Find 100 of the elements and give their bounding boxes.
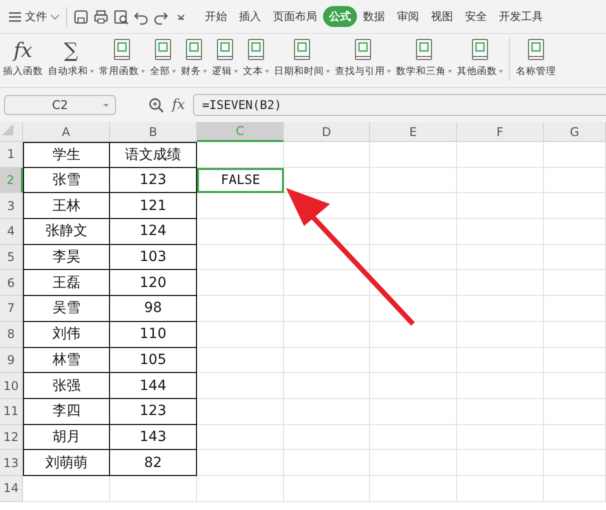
book-icon [470,38,490,62]
chevron-icon [50,14,60,20]
table-cell [544,424,606,450]
row-header[interactable]: 3 [0,193,23,220]
row-header[interactable]: 10 [0,373,23,399]
table-cell: 144 [110,373,197,399]
row-header[interactable]: 1 [0,142,23,168]
table-cell [544,168,606,194]
book-icon [246,38,266,62]
table-cell: 143 [110,424,197,450]
ribbon-tab[interactable]: 开发工具 [493,6,549,27]
table-cell: 刘萌萌 [23,450,110,476]
table-cell: 吴雪 [23,296,110,322]
active-cell: FALSE [197,168,284,194]
ribbon-tab[interactable]: 页面布局 [267,6,323,27]
table-cell: 李昊 [23,244,110,270]
row-header[interactable]: 12 [0,424,23,450]
print-icon [93,8,109,24]
table-cell: 120 [110,270,197,296]
table-cell: 李四 [23,398,110,425]
table-cell [544,348,606,374]
table-cell [544,398,606,425]
ribbon-tab[interactable]: 视图 [425,6,459,27]
table-cell [544,193,606,220]
ribbon-button[interactable]: fx 插入函数 [2,38,44,78]
preview-icon [113,8,129,24]
function-icon: ∑ [64,38,78,62]
column-header[interactable]: B [110,122,197,142]
ribbon-tab[interactable]: 审阅 [391,6,425,27]
row-header[interactable]: 13 [0,450,23,476]
table-cell [544,373,606,399]
table-cell [544,142,606,168]
zoom-icon [148,97,164,113]
table-cell: 121 [110,193,197,220]
table-cell: 王林 [23,193,110,220]
table-cell: 语文成绩 [110,142,197,168]
table-cell: 103 [110,244,197,270]
ribbon-button[interactable]: 文本 [242,38,270,78]
ribbon-button[interactable]: 名称管理 [515,38,557,78]
row-header[interactable]: 14 [0,476,23,502]
row-header[interactable]: 8 [0,322,23,348]
book-icon [292,38,312,62]
book-icon [526,38,546,62]
ribbon-button[interactable]: 查找与引用 [334,38,392,78]
column-header[interactable]: E [370,122,457,142]
function-icon: fx [14,38,32,62]
table-cell: 123 [110,398,197,425]
ribbon-button[interactable]: 全部 [149,38,177,78]
name-box[interactable]: C2 [4,95,116,115]
book-icon [112,38,132,62]
ribbon-button[interactable]: 常用函数 [98,38,146,78]
ribbon-button[interactable]: 其他函数 [456,38,504,78]
table-cell: 124 [110,219,197,245]
table-cell: 82 [110,450,197,476]
row-header[interactable]: 7 [0,296,23,322]
table-cell [544,476,606,502]
table-cell: 胡月 [23,424,110,450]
table-cell: 105 [110,348,197,374]
table-cell: 王磊 [23,270,110,296]
ribbon-tab[interactable]: 数据 [357,6,391,27]
row-header[interactable]: 9 [0,348,23,374]
table-cell: 刘伟 [23,322,110,348]
ribbon-button[interactable]: 财务 [180,38,208,78]
ribbon-tab[interactable]: 安全 [459,6,493,27]
ribbon-button[interactable]: 逻辑 [211,38,239,78]
ribbon-button[interactable]: 数学和三角 [395,38,453,78]
file-menu[interactable]: 文件 [6,7,62,26]
function-icon[interactable]: fx [172,97,186,113]
table-cell: 张强 [23,373,110,399]
ribbon-tab[interactable]: 开始 [199,6,233,27]
table-cell [544,296,606,322]
column-header[interactable]: A [23,122,110,142]
table-cell: 123 [110,168,197,194]
book-icon [184,38,204,62]
column-header[interactable]: D [284,122,370,142]
column-header[interactable]: F [457,122,544,142]
table-cell: 98 [110,296,197,322]
table-cell [544,244,606,270]
formula-field[interactable]: =ISEVEN(B2) [193,94,606,116]
row-header[interactable]: 5 [0,244,23,270]
ribbon-button[interactable]: 日期和时间 [273,38,331,78]
table-cell [544,322,606,348]
save-icon [73,8,89,24]
table-cell [544,270,606,296]
row-header[interactable]: 6 [0,270,23,296]
ribbon-tab[interactable]: 插入 [233,6,267,27]
row-header[interactable]: 11 [0,398,23,425]
table-cell: 110 [110,322,197,348]
table-cell: 林雪 [23,348,110,374]
row-header[interactable]: 4 [0,219,23,245]
table-cell [544,219,606,245]
table-cell: 学生 [23,142,110,168]
book-icon [215,38,235,62]
caret-icon [103,104,109,107]
ribbon-button[interactable]: ∑ 自动求和 [47,38,95,78]
menu-icon [8,10,22,22]
book-icon [353,38,373,62]
column-header[interactable]: G [544,122,606,142]
book-icon [414,38,434,62]
table-cell: 张静文 [23,219,110,245]
